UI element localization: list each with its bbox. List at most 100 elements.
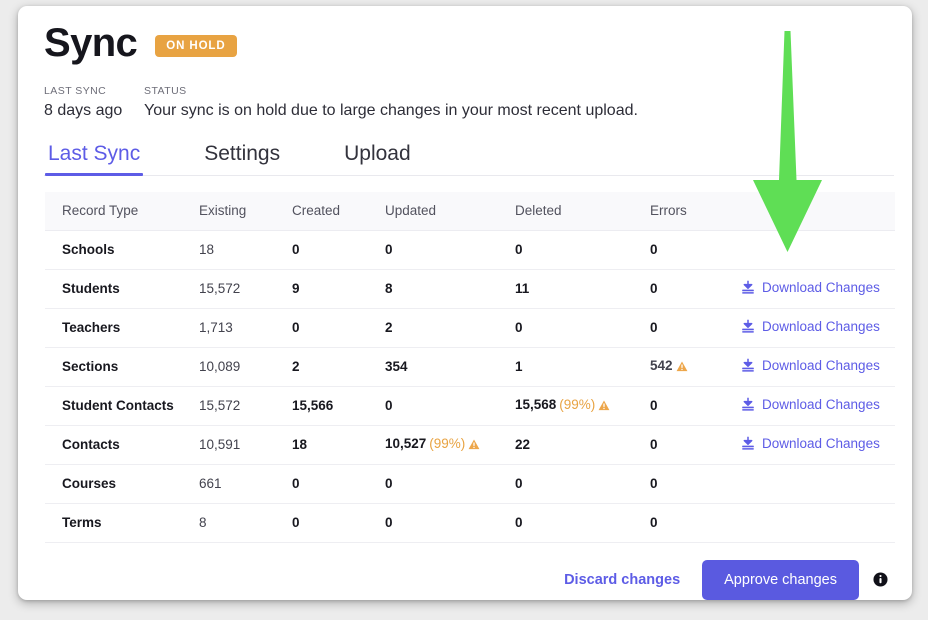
cell-record-type-value: Sections: [62, 359, 118, 374]
table-body: Schools180000Students15,57298110Download…: [45, 230, 895, 542]
download-changes-link[interactable]: Download Changes: [741, 319, 880, 334]
download-changes-label: Download Changes: [762, 319, 880, 334]
cell-deleted-value: 15,568: [515, 397, 556, 412]
cell-errors-value: 0: [650, 398, 658, 413]
tab-last-sync[interactable]: Last Sync: [48, 142, 140, 175]
cell-updated-value: 0: [385, 515, 393, 530]
col-existing: Existing: [199, 192, 292, 230]
footer-actions: Discard changes Approve changes: [44, 560, 894, 600]
col-deleted: Deleted: [515, 192, 650, 230]
cell-deleted: 22: [515, 425, 650, 464]
cell-record-type: Students: [45, 269, 199, 308]
status-label: STATUS: [144, 85, 638, 98]
cell-deleted: 11: [515, 269, 650, 308]
cell-record-type-value: Student Contacts: [62, 398, 174, 413]
cell-record-type: Student Contacts: [45, 386, 199, 425]
last-sync-label: LAST SYNC: [44, 85, 144, 98]
download-icon: [741, 397, 755, 411]
cell-updated-value: 2: [385, 320, 393, 335]
cell-created: 18: [292, 425, 385, 464]
info-circle-icon[interactable]: [873, 572, 888, 587]
cell-created-value: 2: [292, 359, 300, 374]
status-badge: ON HOLD: [155, 35, 236, 57]
cell-existing-value: 15,572: [199, 281, 240, 296]
table-row: Schools180000: [45, 230, 895, 269]
cell-existing-value: 10,089: [199, 359, 240, 374]
cell-existing-value: 1,713: [199, 320, 233, 335]
table-row: Teachers1,7130200Download Changes: [45, 308, 895, 347]
download-icon: [741, 436, 755, 450]
cell-existing-value: 15,572: [199, 398, 240, 413]
cell-deleted-percent: (99%): [559, 397, 595, 412]
cell-updated: 0: [385, 464, 515, 503]
download-changes-label: Download Changes: [762, 280, 880, 295]
cell-action: [741, 230, 895, 269]
cell-deleted-value: 0: [515, 320, 523, 335]
cell-errors: 0: [650, 269, 741, 308]
cell-existing-value: 8: [199, 515, 207, 530]
header-row: Sync ON HOLD: [44, 20, 894, 66]
download-icon: [741, 280, 755, 294]
cell-record-type: Courses: [45, 464, 199, 503]
table-row: Students15,57298110Download Changes: [45, 269, 895, 308]
discard-changes-button[interactable]: Discard changes: [564, 572, 680, 588]
cell-deleted-value: 0: [515, 242, 523, 257]
cell-existing: 15,572: [199, 269, 292, 308]
cell-record-type-value: Students: [62, 281, 120, 296]
cell-deleted-value: 0: [515, 515, 523, 530]
col-actions: [741, 192, 895, 230]
cell-errors: 0: [650, 425, 741, 464]
status-message: Your sync is on hold due to large change…: [144, 100, 638, 122]
cell-errors-value: 0: [650, 515, 658, 530]
cell-action: Download Changes: [741, 269, 895, 308]
cell-existing: 15,572: [199, 386, 292, 425]
cell-existing-value: 661: [199, 476, 222, 491]
cell-action: Download Changes: [741, 347, 895, 386]
approve-changes-button[interactable]: Approve changes: [702, 560, 859, 600]
cell-record-type: Schools: [45, 230, 199, 269]
cell-record-type: Sections: [45, 347, 199, 386]
table-row: Student Contacts 15,572 15,566 0 15,568(99%)…: [45, 386, 895, 425]
cell-action: [741, 503, 895, 542]
download-changes-link[interactable]: Download Changes: [741, 436, 880, 451]
cell-action: [741, 464, 895, 503]
download-changes-label: Download Changes: [762, 436, 880, 451]
cell-updated-value: 10,527: [385, 436, 426, 451]
cell-record-type: Teachers: [45, 308, 199, 347]
cell-deleted: 0: [515, 230, 650, 269]
cell-existing: 10,089: [199, 347, 292, 386]
cell-created-value: 0: [292, 515, 300, 530]
tab-upload[interactable]: Upload: [344, 142, 411, 175]
cell-deleted-value: 22: [515, 437, 530, 452]
cell-created-value: 0: [292, 242, 300, 257]
cell-created-value: 15,566: [292, 398, 333, 413]
cell-created-value: 0: [292, 476, 300, 491]
cell-updated: 354: [385, 347, 515, 386]
cell-record-type-value: Teachers: [62, 320, 120, 335]
cell-deleted: 1: [515, 347, 650, 386]
cell-updated: 8: [385, 269, 515, 308]
download-changes-link[interactable]: Download Changes: [741, 358, 880, 373]
col-record-type: Record Type: [45, 192, 199, 230]
cell-existing: 10,591: [199, 425, 292, 464]
cell-updated: 0: [385, 230, 515, 269]
table-head: Record Type Existing Created Updated Del…: [45, 192, 895, 230]
tab-settings[interactable]: Settings: [204, 142, 280, 175]
warning-triangle-icon: [598, 399, 610, 414]
cell-updated-value: 0: [385, 476, 393, 491]
download-changes-label: Download Changes: [762, 397, 880, 412]
cell-errors: 542: [650, 347, 741, 386]
cell-updated-value: 0: [385, 398, 393, 413]
cell-errors-value: 0: [650, 281, 658, 296]
col-updated: Updated: [385, 192, 515, 230]
cell-updated-value: 354: [385, 359, 408, 374]
status-block: STATUS Your sync is on hold due to large…: [144, 85, 638, 122]
download-changes-label: Download Changes: [762, 358, 880, 373]
cell-errors: 0: [650, 503, 741, 542]
download-changes-link[interactable]: Download Changes: [741, 397, 880, 412]
cell-record-type-value: Schools: [62, 242, 115, 257]
card-content: Sync ON HOLD LAST SYNC 8 days ago STATUS…: [44, 20, 894, 590]
cell-updated-value: 0: [385, 242, 393, 257]
download-icon: [741, 319, 755, 333]
download-changes-link[interactable]: Download Changes: [741, 280, 880, 295]
